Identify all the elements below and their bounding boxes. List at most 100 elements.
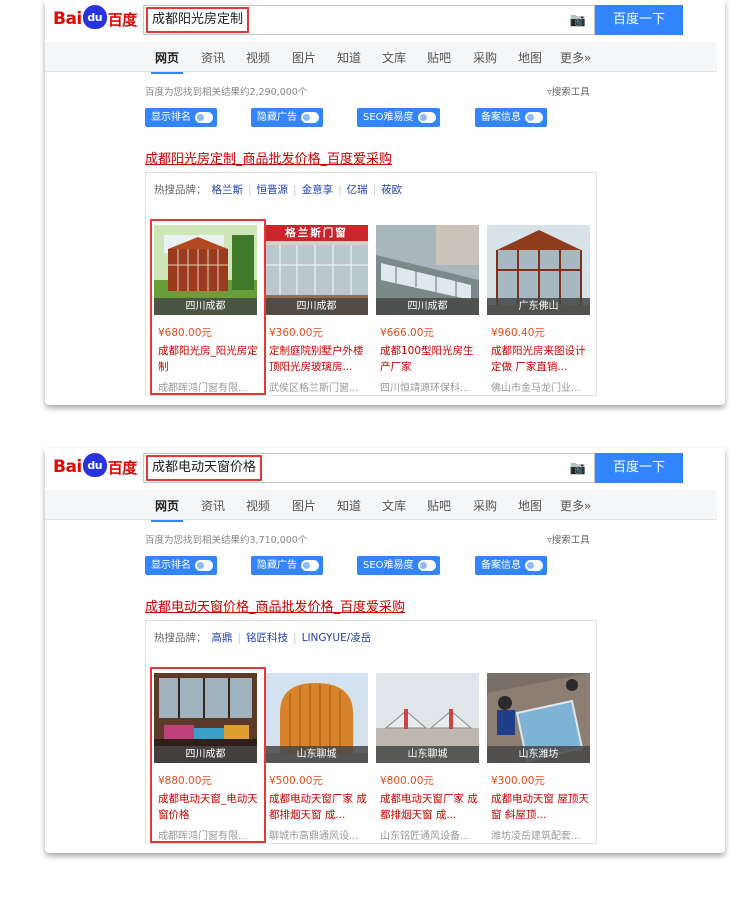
tab-purchase[interactable]: 采购 xyxy=(473,497,497,514)
toggle-switch[interactable] xyxy=(301,112,319,123)
product-location: 广东佛山 xyxy=(487,298,590,315)
tab-web[interactable]: 网页 xyxy=(150,497,184,522)
toggle-switch[interactable] xyxy=(195,560,213,571)
toggle-switch[interactable] xyxy=(525,560,543,571)
result-count: 百度为您找到相关结果约3,710,000个 xyxy=(145,535,308,546)
product-price: ¥800.00元 xyxy=(380,775,434,787)
product-card[interactable]: 山东聊城 ¥500.00元 成都电动天窗厂家 成都排烟天窗 成... 聊城市高鼎… xyxy=(265,673,369,842)
product-seller: 佛山市金马龙门业... xyxy=(491,383,581,394)
product-card[interactable]: 山东聊城 ¥800.00元 成都电动天窗厂家 成都排烟天窗 成... 山东铭匠通… xyxy=(376,673,480,842)
search-tools[interactable]: ▿搜索工具 xyxy=(547,84,590,98)
result-count: 百度为您找到相关结果约2,290,000个 xyxy=(145,87,308,98)
plugin-toggles: 显示排名 隐藏广告 SEO难易度 备案信息 xyxy=(145,556,665,576)
camera-icon[interactable]: 📷 xyxy=(570,461,586,476)
tab-tieba[interactable]: 贴吧 xyxy=(427,497,451,514)
toggle-show-rank[interactable]: 显示排名 xyxy=(145,108,217,127)
tab-video[interactable]: 视频 xyxy=(246,497,270,514)
tab-more[interactable]: 更多» xyxy=(560,49,591,66)
product-card[interactable]: 格兰斯门窗 四川成都 ¥360.00元 定制庭院别墅户外楼顶阳光房玻璃房... … xyxy=(265,225,369,394)
product-name[interactable]: 成都100型阳光房生产厂家 xyxy=(380,343,480,375)
search-tabs: 网页 资讯 视频 图片 知道 文库 贴吧 采购 地图 更多» xyxy=(45,42,717,74)
logo-text-baidu: 百度 xyxy=(107,458,138,477)
baidu-logo[interactable]: Bai du 百度 xyxy=(53,453,141,480)
baidu-logo[interactable]: Bai du 百度 xyxy=(53,5,141,32)
product-seller: 聊城市高鼎通风设... xyxy=(269,831,359,842)
tab-news[interactable]: 资讯 xyxy=(201,49,225,66)
result-title-link[interactable]: 成都电动天窗价格_商品批发价格_百度爱采购 xyxy=(145,596,405,615)
product-box: 热搜品牌： 高鼎 | 铭匠科技 | LINGYUE/凌岳 四川成都 ¥880.00元 成都… xyxy=(145,620,597,844)
search-input[interactable]: 成都电动天窗价格 xyxy=(146,455,263,481)
tab-map[interactable]: 地图 xyxy=(518,49,542,66)
product-image[interactable]: 山东潍坊 xyxy=(487,673,590,763)
tab-purchase[interactable]: 采购 xyxy=(473,49,497,66)
toggle-switch[interactable] xyxy=(417,560,436,571)
toggle-hide-ads[interactable]: 隐藏广告 xyxy=(251,556,323,575)
product-box: 热搜品牌： 格兰斯 | 恒晋源 | 金意享 | 亿瑞 | 莜欧 四川成都 ¥680.00元 成都阳… xyxy=(145,172,597,396)
product-image[interactable]: 山东聊城 xyxy=(376,673,479,763)
tab-news[interactable]: 资讯 xyxy=(201,497,225,514)
tab-zhidao[interactable]: 知道 xyxy=(337,49,361,66)
product-card[interactable]: 四川成都 ¥666.00元 成都100型阳光房生产厂家 四川恒靖源环保科... xyxy=(376,225,480,394)
logo-text-bai: Bai xyxy=(53,457,82,477)
search-button[interactable]: 百度一下 xyxy=(595,5,683,35)
brand-link[interactable]: 恒晋源 xyxy=(257,184,289,196)
search-button[interactable]: 百度一下 xyxy=(595,453,683,483)
product-image[interactable]: 山东聊城 xyxy=(265,673,368,763)
product-name[interactable]: 成都电动天窗厂家 成都排烟天窗 成... xyxy=(380,791,480,823)
product-image[interactable]: 四川成都 xyxy=(376,225,479,315)
search-tools[interactable]: ▿搜索工具 xyxy=(547,532,590,546)
toggle-label: 备案信息 xyxy=(481,112,521,123)
toggle-switch[interactable] xyxy=(195,112,213,123)
toggle-seo[interactable]: SEO难易度 xyxy=(357,556,440,575)
tab-images[interactable]: 图片 xyxy=(292,497,316,514)
product-price: ¥960.40元 xyxy=(491,327,545,339)
product-image[interactable]: 广东佛山 xyxy=(487,225,590,315)
tab-video[interactable]: 视频 xyxy=(246,49,270,66)
paw-icon: du xyxy=(82,453,107,477)
search-input[interactable]: 成都阳光房定制 xyxy=(146,7,250,33)
search-tools-label: 搜索工具 xyxy=(551,87,590,98)
brand-link[interactable]: LINGYUE/凌岳 xyxy=(302,632,372,644)
toggle-switch[interactable] xyxy=(301,560,319,571)
tab-images[interactable]: 图片 xyxy=(292,49,316,66)
tab-tieba[interactable]: 贴吧 xyxy=(427,49,451,66)
brand-link[interactable]: 格兰斯 xyxy=(212,184,244,196)
product-location: 山东聊城 xyxy=(265,746,368,763)
toggle-switch[interactable] xyxy=(525,112,543,123)
brand-link[interactable]: 金意享 xyxy=(302,184,334,196)
toggle-label: 备案信息 xyxy=(481,560,521,571)
tab-wenku[interactable]: 文库 xyxy=(382,49,406,66)
toggle-show-rank[interactable]: 显示排名 xyxy=(145,556,217,575)
product-image[interactable]: 格兰斯门窗 四川成都 xyxy=(265,225,368,315)
product-location: 山东聊城 xyxy=(376,746,479,763)
product-name[interactable]: 成都电动天窗厂家 成都排烟天窗 成... xyxy=(269,791,369,823)
tab-more[interactable]: 更多» xyxy=(560,497,591,514)
camera-icon[interactable]: 📷 xyxy=(570,13,586,28)
result-title-link[interactable]: 成都阳光房定制_商品批发价格_百度爱采购 xyxy=(145,148,392,167)
product-name[interactable]: 成都电动天窗 屋顶天窗 斜屋顶... xyxy=(491,791,591,823)
toggle-seo[interactable]: SEO难易度 xyxy=(357,108,440,127)
search-box[interactable]: 成都电动天窗价格 📷 xyxy=(143,453,595,483)
tab-web[interactable]: 网页 xyxy=(150,49,184,74)
toggle-label: 显示排名 xyxy=(151,560,191,571)
toggle-hide-ads[interactable]: 隐藏广告 xyxy=(251,108,323,127)
product-card[interactable]: 山东潍坊 ¥300.00元 成都电动天窗 屋顶天窗 斜屋顶... 潍坊凌岳建筑配… xyxy=(487,673,591,842)
brand-link[interactable]: 莜欧 xyxy=(381,184,402,196)
brand-link[interactable]: 铭匠科技 xyxy=(246,632,288,644)
banner-text: 格兰斯门窗 xyxy=(285,227,348,239)
product-name[interactable]: 成都阳光房来图设计定做 厂家直销... xyxy=(491,343,591,375)
toggle-switch[interactable] xyxy=(417,112,436,123)
search-box[interactable]: 成都阳光房定制 📷 xyxy=(143,5,595,35)
brand-link[interactable]: 高鼎 xyxy=(212,632,233,644)
toggle-beian[interactable]: 备案信息 xyxy=(475,556,547,575)
toggle-beian[interactable]: 备案信息 xyxy=(475,108,547,127)
product-seller: 四川恒靖源环保科... xyxy=(380,383,470,394)
tab-zhidao[interactable]: 知道 xyxy=(337,497,361,514)
highlight-box xyxy=(150,667,266,843)
plugin-toggles: 显示排名 隐藏广告 SEO难易度 备案信息 xyxy=(145,108,665,128)
product-name[interactable]: 定制庭院别墅户外楼顶阳光房玻璃房... xyxy=(269,343,369,375)
product-card[interactable]: 广东佛山 ¥960.40元 成都阳光房来图设计定做 厂家直销... 佛山市金马龙… xyxy=(487,225,591,394)
brand-link[interactable]: 亿瑞 xyxy=(347,184,368,196)
tab-wenku[interactable]: 文库 xyxy=(382,497,406,514)
tab-map[interactable]: 地图 xyxy=(518,497,542,514)
